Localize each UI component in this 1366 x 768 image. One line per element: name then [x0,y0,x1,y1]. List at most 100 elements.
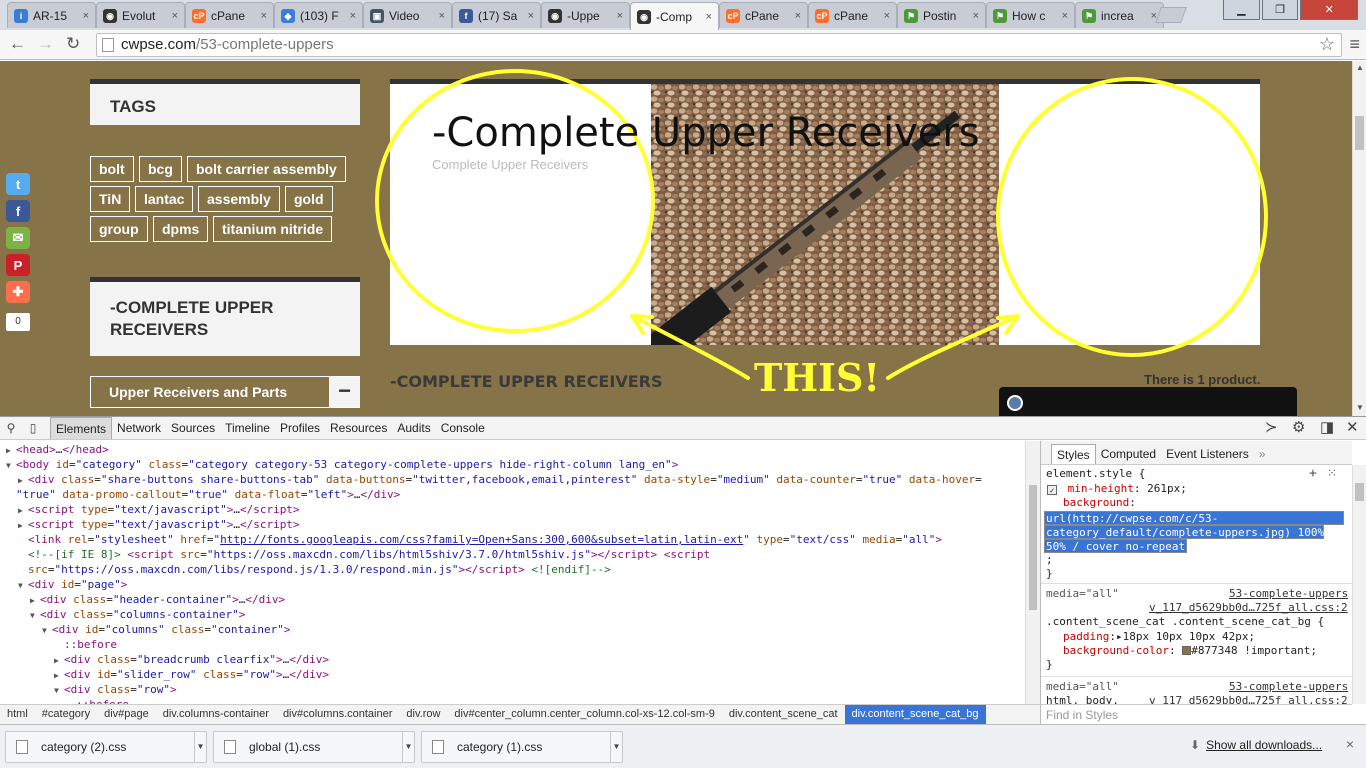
devtools-tab-elements[interactable]: Elements [50,417,113,439]
tab-close-icon[interactable]: × [706,11,712,23]
facebook-share-icon[interactable]: f [6,200,30,222]
browser-tab[interactable]: cP cPane × [185,2,274,28]
breadcrumb-item[interactable]: div.columns-container [156,705,276,724]
forward-icon[interactable]: → [37,34,54,54]
background-value-line-1[interactable]: url(http://cwpse.com/c/53- [1044,511,1344,525]
dom-node-line[interactable]: ▼ <div class="columns-container"> [0,607,1025,622]
collapsed-triangle-icon[interactable]: ▶ [18,518,28,533]
dom-node-line[interactable]: ▶ <head>…</head> [0,442,1025,457]
tag-link[interactable]: lantac [135,186,194,212]
chevron-down-icon[interactable]: ▼ [610,732,622,762]
add-rule-icon[interactable]: + [1309,466,1317,481]
pinterest-share-icon[interactable]: P [6,254,30,276]
dock-side-icon[interactable]: ◨ [1320,417,1334,439]
dom-node-line[interactable]: ▼ <div class="row"> [0,682,1025,697]
chrome-menu-icon[interactable]: ≡ [1349,34,1360,55]
dom-node-line[interactable]: ▼ <div id="page"> [0,577,1025,592]
dom-node-line[interactable]: ▶ <div class="breadcrumb clearfix">…</div… [0,652,1025,667]
collapse-toggle[interactable]: − [329,377,360,407]
breadcrumb-item[interactable]: html [0,705,35,724]
browser-tab[interactable]: ⚑ How c × [986,2,1075,28]
download-item[interactable]: category (2).css ▼ [5,731,207,763]
tab-close-icon[interactable]: × [795,10,801,22]
show-all-downloads[interactable]: ⬇ Show all downloads... [1190,738,1322,752]
settings-gear-icon[interactable]: ⚙ [1292,417,1305,439]
dom-node-line[interactable]: ▶ <script type="text/javascript">…</scrip… [0,517,1025,532]
devtools-tab-network[interactable]: Network [112,417,166,439]
browser-tab[interactable]: ⚑ Postin × [897,2,986,28]
share-share-icon[interactable]: ✚ [6,281,30,303]
tab-styles[interactable]: Styles [1051,444,1096,464]
tag-link[interactable]: gold [285,186,333,212]
find-in-styles-input[interactable]: Find in Styles [1040,704,1352,724]
tab-computed[interactable]: Computed [1096,444,1161,464]
dom-node-line[interactable]: src="https://oss.maxcdn.com/libs/respond… [0,562,1025,577]
devtools-tab-profiles[interactable]: Profiles [275,417,325,439]
collapsed-triangle-icon[interactable]: ▶ [30,593,40,608]
expanded-triangle-icon[interactable]: ▼ [6,458,16,473]
background-value-line-3[interactable]: 50% / cover no-repeat [1044,539,1187,553]
collapsed-triangle-icon[interactable]: ▶ [18,473,28,488]
breadcrumb-item[interactable]: #category [35,705,97,724]
download-item[interactable]: global (1).css ▼ [213,731,415,763]
tag-link[interactable]: bcg [139,156,182,182]
tag-link[interactable]: dpms [153,216,209,242]
close-devtools-icon[interactable]: ✕ [1346,417,1359,439]
more-tabs-icon[interactable]: » [1254,444,1271,464]
tab-close-icon[interactable]: × [617,10,623,22]
rule2-source-file-link[interactable]: v_117_d5629bb0d…725f_all.css:2 [1149,694,1348,704]
elements-tree[interactable]: ▶ <head>…</head> ▼ <body id="category" clas… [0,441,1025,704]
tag-link[interactable]: bolt [90,156,134,182]
browser-tab[interactable]: cP cPane × [719,2,808,28]
inspect-search-icon[interactable]: ⚲ [0,421,22,435]
devtools-tab-audits[interactable]: Audits [392,417,435,439]
expanded-triangle-icon[interactable]: ▼ [18,578,28,593]
browser-tab[interactable]: f (17) Sa × [452,2,541,28]
browser-tab[interactable]: ◉ Evolut × [96,2,185,28]
browser-tab[interactable]: ◉ -Uppe × [541,2,630,28]
page-scrollbar[interactable]: ▲ ▼ [1352,61,1366,416]
devtools-tab-timeline[interactable]: Timeline [220,417,275,439]
dom-node-line[interactable]: ▼ <div id="columns" class="container"> [0,622,1025,637]
address-bar[interactable]: cwpse.com/53-complete-uppers ☆ [96,33,1342,57]
browser-tab[interactable]: ◆ (103) F × [274,2,363,28]
tag-link[interactable]: group [90,216,148,242]
tag-link[interactable]: titanium nitride [213,216,333,242]
email-share-icon[interactable]: ✉ [6,227,30,249]
dom-node-line[interactable]: ::before [0,637,1025,652]
chevron-down-icon[interactable]: ▼ [402,732,414,762]
devtools-tab-resources[interactable]: Resources [325,417,392,439]
breadcrumb-item[interactable]: div#columns.container [276,705,399,724]
expanded-triangle-icon[interactable]: ▼ [54,683,64,698]
padding-declaration[interactable]: padding:▸18px 10px 10px 42px; [1063,630,1255,644]
styles-scrollbar[interactable] [1352,465,1366,704]
breadcrumb-item[interactable]: div.content_scene_cat [722,705,845,724]
minimize-icon[interactable]: ▁ [1223,0,1260,20]
collapsed-triangle-icon[interactable]: ▶ [6,443,16,458]
tab-close-icon[interactable]: × [172,10,178,22]
tab-close-icon[interactable]: × [973,10,979,22]
reload-icon[interactable]: ↻ [66,34,80,54]
device-mode-icon[interactable]: ▯ [22,421,44,435]
background-color-declaration[interactable]: background-color: #877348 !important; [1063,644,1317,658]
tag-link[interactable]: assembly [198,186,280,212]
scroll-up-icon[interactable]: ▲ [1356,63,1364,72]
bookmark-star-icon[interactable]: ☆ [1319,33,1335,55]
tab-close-icon[interactable]: × [261,10,267,22]
rule2-source-link[interactable]: 53-complete-uppers [1229,680,1348,694]
rule1-source-link[interactable]: 53-complete-uppers [1229,587,1348,601]
dom-node-line[interactable]: ▶ <div id="slider_row" class="row">…</div… [0,667,1025,682]
dom-node-line[interactable]: <link rel="stylesheet" href="http://font… [0,532,1025,547]
dom-node-line[interactable]: ▶ <div class="share-buttons share-buttons… [0,472,1025,487]
devtools-tab-sources[interactable]: Sources [166,417,220,439]
collapsed-triangle-icon[interactable]: ▶ [18,503,28,518]
breadcrumb-item[interactable]: div#page [97,705,156,724]
scroll-down-icon[interactable]: ▼ [1356,403,1364,412]
close-download-bar-icon[interactable]: × [1346,736,1354,752]
promo-popup[interactable] [999,387,1297,416]
chevron-down-icon[interactable]: ▼ [194,732,206,762]
dom-node-line[interactable]: "true" data-promo-callout="true" data-fl… [0,487,1025,502]
color-swatch[interactable] [1182,646,1192,655]
background-value-line-2[interactable]: category_default/complete-uppers.jpg) 10… [1044,525,1324,539]
toggle-element-state-icon[interactable]: ⁙ [1327,466,1337,480]
